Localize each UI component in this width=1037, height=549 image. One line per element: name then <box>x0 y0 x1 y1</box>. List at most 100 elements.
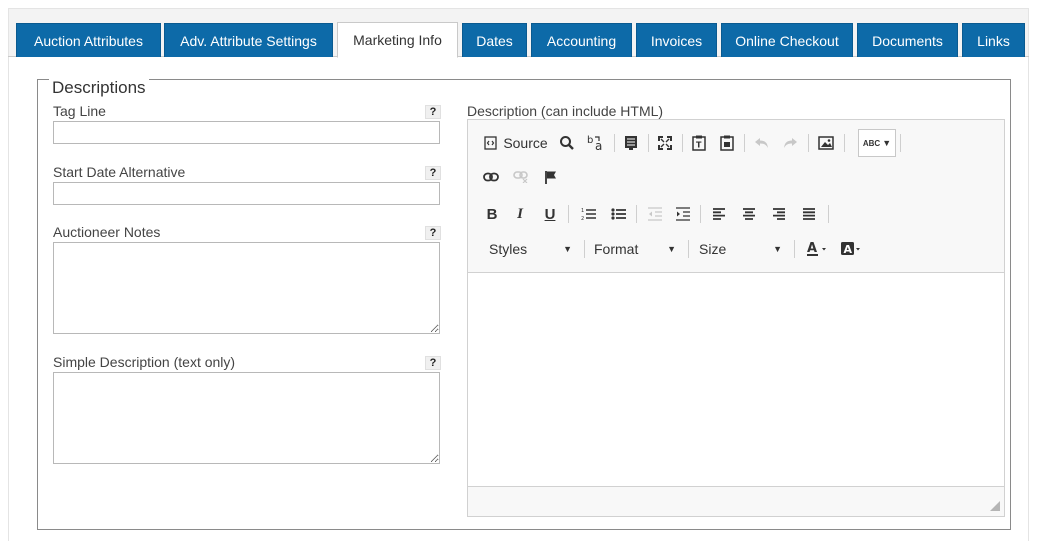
anchor-button[interactable] <box>540 165 562 189</box>
auctioneer-notes-label: Auctioneer Notes <box>53 224 161 240</box>
indent-button[interactable] <box>672 202 694 226</box>
templates-button[interactable] <box>620 131 642 155</box>
toolbar-separator <box>614 134 615 152</box>
rich-text-editor: Source ba T ABC ▼ B I U 1 2 Styles ▼ For… <box>467 119 1005 517</box>
align-right-button[interactable] <box>768 202 790 226</box>
link-icon <box>483 172 499 182</box>
source-button[interactable]: Source <box>482 131 550 155</box>
tab-invoices[interactable]: Invoices <box>636 23 717 57</box>
svg-text:b: b <box>587 135 593 146</box>
toolbar-separator <box>844 134 845 152</box>
svg-text:A: A <box>844 243 853 256</box>
align-left-icon <box>713 208 725 220</box>
toolbar-separator <box>808 134 809 152</box>
tab-dates[interactable]: Dates <box>462 23 527 57</box>
start-date-alternative-help-button[interactable]: ? <box>425 166 441 180</box>
tab-auction-attributes[interactable]: Auction Attributes <box>16 23 161 57</box>
tab-marketing-info[interactable]: Marketing Info <box>337 22 458 58</box>
chevron-down-icon: ▼ <box>563 244 572 254</box>
simple-description-label: Simple Description (text only) <box>53 354 236 370</box>
svg-text:1: 1 <box>581 208 584 214</box>
tab-online-checkout[interactable]: Online Checkout <box>721 23 853 57</box>
toolbar-separator <box>900 134 901 152</box>
unlink-icon <box>513 171 528 183</box>
spellcheck-button[interactable]: ABC ▼ <box>858 129 896 157</box>
maximize-button[interactable] <box>654 131 676 155</box>
maximize-icon <box>658 136 672 150</box>
start-date-alternative-label: Start Date Alternative <box>53 164 186 180</box>
numbered-list-button[interactable]: 12 <box>578 202 600 226</box>
bold-button[interactable]: B <box>482 202 502 226</box>
auctioneer-notes-textarea[interactable] <box>53 242 440 334</box>
chevron-down-icon: ▼ <box>882 138 892 148</box>
bulleted-list-button[interactable] <box>608 202 630 226</box>
toolbar-separator <box>648 134 649 152</box>
format-dropdown[interactable]: Format ▼ <box>588 237 684 261</box>
align-left-button[interactable] <box>708 202 730 226</box>
background-color-icon: A <box>841 242 860 256</box>
resize-grip-icon[interactable] <box>990 501 1000 511</box>
source-label: Source <box>503 135 548 151</box>
image-button[interactable] <box>814 131 838 155</box>
underline-button[interactable]: U <box>540 202 560 226</box>
text-color-button[interactable]: A <box>802 237 832 261</box>
text-color-icon: A <box>807 241 826 256</box>
toolbar-separator <box>636 205 637 223</box>
simple-description-textarea[interactable] <box>53 372 440 464</box>
toolbar-separator <box>744 134 745 152</box>
paste-word-button[interactable] <box>716 131 738 155</box>
toolbar-separator <box>700 205 701 223</box>
paste-text-icon: T <box>692 135 706 151</box>
justify-button[interactable] <box>798 202 820 226</box>
align-center-button[interactable] <box>738 202 760 226</box>
templates-icon <box>625 136 637 150</box>
find-button[interactable] <box>556 131 578 155</box>
undo-button[interactable] <box>750 131 774 155</box>
toolbar-separator <box>568 205 569 223</box>
svg-text:2: 2 <box>581 216 584 221</box>
bulleted-list-icon <box>611 208 626 220</box>
outdent-icon <box>648 207 662 221</box>
editor-status-bar <box>468 486 1004 516</box>
justify-icon <box>803 208 815 220</box>
tab-accounting[interactable]: Accounting <box>531 23 632 57</box>
tab-links[interactable]: Links <box>962 23 1025 57</box>
indent-icon <box>676 207 690 221</box>
tag-line-help-button[interactable]: ? <box>425 105 441 119</box>
paste-word-icon <box>720 135 734 151</box>
toolbar-separator <box>794 240 795 258</box>
size-label: Size <box>699 241 727 257</box>
background-color-button[interactable]: A <box>836 237 866 261</box>
redo-button[interactable] <box>778 131 802 155</box>
simple-description-help-button[interactable]: ? <box>425 356 441 370</box>
chevron-down-icon: ▼ <box>773 244 782 254</box>
source-icon <box>484 136 497 150</box>
tag-line-label: Tag Line <box>53 103 106 119</box>
format-label: Format <box>594 241 639 257</box>
toolbar-separator <box>584 240 585 258</box>
descriptions-legend: Descriptions <box>49 79 149 97</box>
tab-adv-attribute-settings[interactable]: Adv. Attribute Settings <box>164 23 333 57</box>
flag-icon <box>545 171 556 184</box>
toolbar-separator <box>828 205 829 223</box>
size-dropdown[interactable]: Size ▼ <box>692 237 790 261</box>
tab-documents[interactable]: Documents <box>857 23 958 57</box>
paste-text-button[interactable]: T <box>688 131 710 155</box>
svg-text:T: T <box>696 141 702 150</box>
toolbar-separator <box>688 240 689 258</box>
unlink-button[interactable] <box>510 165 532 189</box>
image-icon <box>818 136 834 150</box>
italic-button[interactable]: I <box>510 202 530 226</box>
replace-button[interactable]: ba <box>584 131 608 155</box>
auctioneer-notes-help-button[interactable]: ? <box>425 226 441 240</box>
outdent-button[interactable] <box>644 202 666 226</box>
align-right-icon <box>773 208 785 220</box>
svg-text:A: A <box>807 241 817 256</box>
numbered-list-icon: 12 <box>581 208 596 221</box>
start-date-alternative-input[interactable] <box>53 182 440 205</box>
redo-icon <box>784 138 797 148</box>
link-button[interactable] <box>480 165 502 189</box>
styles-dropdown[interactable]: Styles ▼ <box>482 237 580 261</box>
tag-line-input[interactable] <box>53 121 440 144</box>
align-center-icon <box>743 208 755 220</box>
